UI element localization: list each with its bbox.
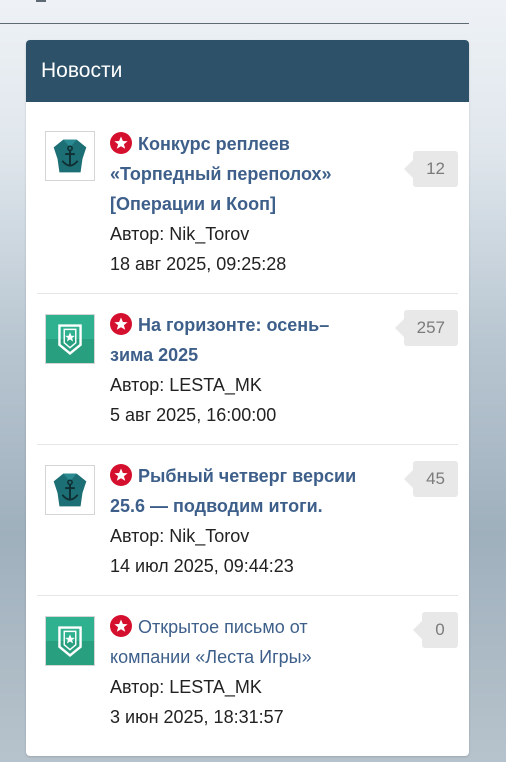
author-avatar-lesta-icon[interactable] xyxy=(45,616,95,666)
news-title[interactable]: компании «Леста Игры» xyxy=(110,642,372,672)
comment-count-badge[interactable]: 12 xyxy=(404,151,458,187)
news-item: Рыбный четверг версии 25.6 — подводим ит… xyxy=(37,445,458,596)
comment-count-badge[interactable]: 0 xyxy=(413,612,458,648)
news-date: 3 июн 2025, 18:31:57 xyxy=(110,707,284,727)
news-title[interactable]: Рыбный четверг версии xyxy=(110,461,372,491)
news-panel: Новости Конкурс реплеев «Торпедный переп… xyxy=(26,40,469,756)
star-pin-icon xyxy=(110,132,132,154)
news-date: 14 июл 2025, 09:44:23 xyxy=(110,556,294,576)
top-divider xyxy=(0,23,469,24)
star-pin-icon xyxy=(110,615,132,637)
news-author: Автор: Nik_Torov xyxy=(110,526,250,546)
news-title[interactable]: Конкурс реплеев xyxy=(110,129,372,159)
news-date: 5 авг 2025, 16:00:00 xyxy=(110,405,277,425)
news-panel-title: Новости xyxy=(26,40,469,102)
star-pin-icon xyxy=(110,464,132,486)
news-date: 18 авг 2025, 09:25:28 xyxy=(110,254,287,274)
news-title[interactable]: Открытое письмо от xyxy=(110,612,372,642)
news-author: Автор: LESTA_MK xyxy=(110,677,262,697)
news-item: Конкурс реплеев «Торпедный переполох» [О… xyxy=(37,102,458,294)
top-divider-fragment xyxy=(36,0,46,2)
news-title[interactable]: На горизонте: осень– xyxy=(110,310,372,340)
comment-count-badge[interactable]: 257 xyxy=(394,310,458,346)
news-title[interactable]: 25.6 — подводим итоги. xyxy=(110,491,372,521)
author-avatar-anchor-icon[interactable] xyxy=(45,131,95,181)
news-title[interactable]: «Торпедный переполох» xyxy=(110,159,372,189)
news-author: Автор: LESTA_MK xyxy=(110,375,262,395)
author-avatar-anchor-icon[interactable] xyxy=(45,465,95,515)
news-item: На горизонте: осень– зима 2025 Автор: LE… xyxy=(37,294,458,445)
star-pin-icon xyxy=(110,313,132,335)
news-title[interactable]: зима 2025 xyxy=(110,340,372,370)
comment-count-badge[interactable]: 45 xyxy=(404,461,458,497)
news-title[interactable]: [Операции и Кооп] xyxy=(110,189,372,219)
author-avatar-lesta-icon[interactable] xyxy=(45,314,95,364)
news-author: Автор: Nik_Torov xyxy=(110,224,250,244)
news-item: Открытое письмо от компании «Леста Игры»… xyxy=(37,596,458,746)
